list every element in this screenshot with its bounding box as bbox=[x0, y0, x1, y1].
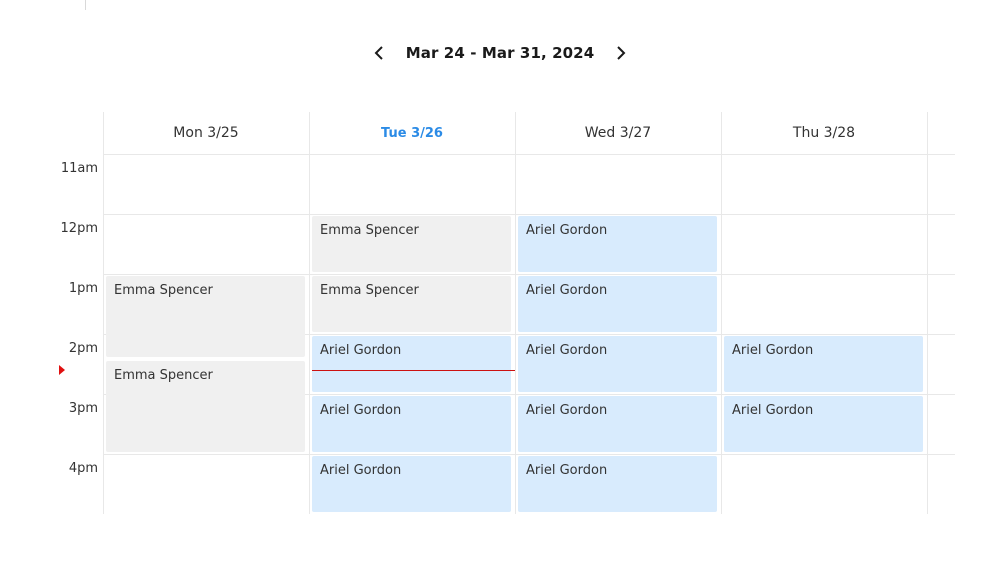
hour-divider bbox=[103, 214, 955, 215]
calendar-event[interactable]: Ariel Gordon bbox=[518, 336, 717, 392]
current-time-marker-icon bbox=[59, 365, 65, 375]
hour-divider bbox=[103, 454, 955, 455]
day-header[interactable]: Tue 3/26 bbox=[309, 112, 515, 154]
calendar-event[interactable]: Emma Spencer bbox=[106, 276, 305, 357]
current-time-line bbox=[312, 370, 515, 371]
day-header[interactable]: Mon 3/25 bbox=[103, 112, 309, 154]
week-navigation: Mar 24 - Mar 31, 2024 bbox=[0, 40, 1000, 66]
next-week-button[interactable] bbox=[611, 41, 631, 65]
day-header[interactable]: Wed 3/27 bbox=[515, 112, 721, 154]
chevron-left-icon bbox=[374, 46, 383, 60]
day-header[interactable]: Thu 3/28 bbox=[721, 112, 927, 154]
calendar-event[interactable]: Ariel Gordon bbox=[312, 336, 511, 392]
calendar-event[interactable]: Ariel Gordon bbox=[518, 276, 717, 332]
calendar-event[interactable]: Ariel Gordon bbox=[312, 396, 511, 452]
calendar-event[interactable]: Ariel Gordon bbox=[518, 216, 717, 272]
time-label: 2pm bbox=[68, 341, 98, 356]
calendar-event[interactable]: Ariel Gordon bbox=[518, 396, 717, 452]
week-range-title: Mar 24 - Mar 31, 2024 bbox=[405, 44, 595, 62]
calendar-event[interactable]: Ariel Gordon bbox=[724, 396, 923, 452]
week-calendar-grid: Mon 3/25 Tue 3/26 Wed 3/27 Thu 3/28 11am 12pm… bbox=[0, 112, 1000, 514]
hour-divider bbox=[103, 274, 955, 275]
time-label: 4pm bbox=[68, 461, 98, 476]
chevron-right-icon bbox=[617, 46, 626, 60]
calendar-event[interactable]: Ariel Gordon bbox=[312, 456, 511, 512]
left-edge-divider bbox=[85, 0, 86, 10]
time-label: 3pm bbox=[68, 401, 98, 416]
calendar-event[interactable]: Emma Spencer bbox=[106, 361, 305, 452]
prev-week-button[interactable] bbox=[369, 41, 389, 65]
calendar-event[interactable]: Emma Spencer bbox=[312, 276, 511, 332]
calendar-event[interactable]: Ariel Gordon bbox=[724, 336, 923, 392]
time-label: 1pm bbox=[68, 281, 98, 296]
calendar-event[interactable]: Ariel Gordon bbox=[518, 456, 717, 512]
time-label: 12pm bbox=[60, 221, 98, 236]
header-divider bbox=[103, 154, 955, 155]
calendar-event[interactable]: Emma Spencer bbox=[312, 216, 511, 272]
time-label: 11am bbox=[60, 161, 98, 176]
